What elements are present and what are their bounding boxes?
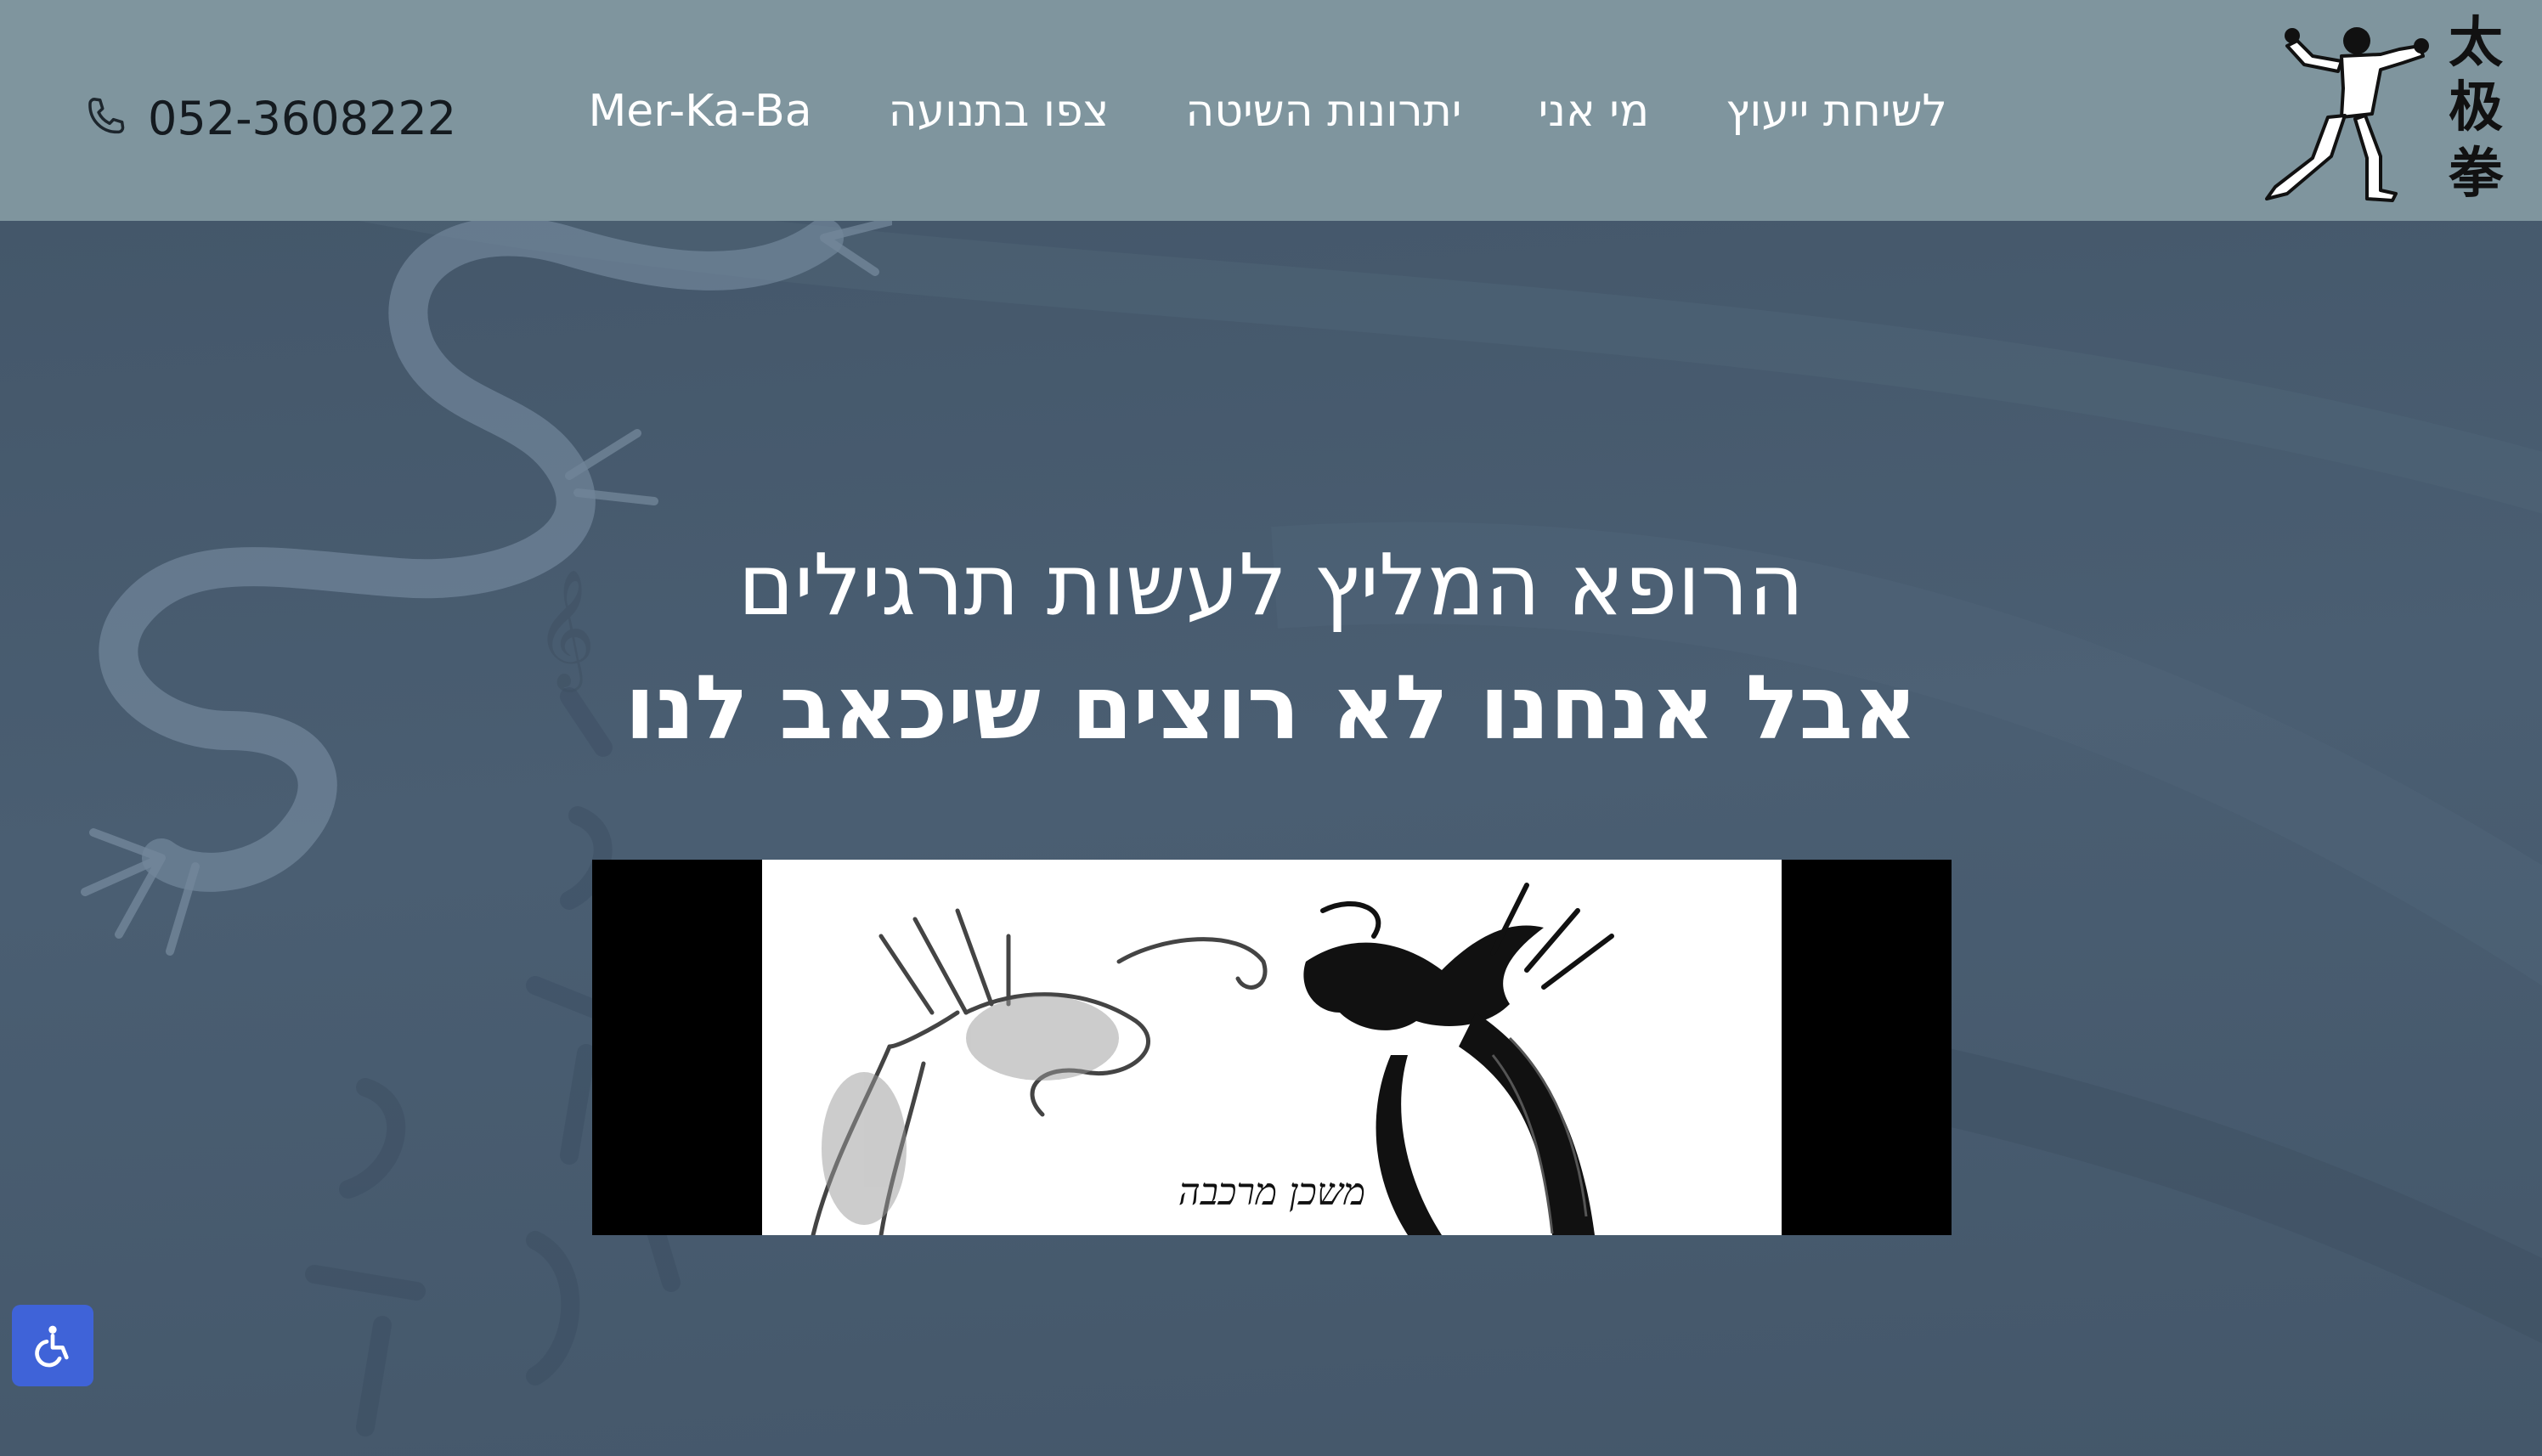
- nav-item-consult[interactable]: לשיחת ייעוץ: [1726, 86, 1947, 137]
- nav-item-merkaba[interactable]: Mer-Ka-Ba: [588, 86, 811, 137]
- logo-glyph-3: 拳: [2448, 142, 2504, 206]
- main-nav: Mer-Ka-Ba צפו בתנועה יתרונות השיטה מי אנ…: [588, 82, 1947, 141]
- taichi-figure-logo: 太 极 拳: [2265, 11, 2504, 206]
- hero-section: 𝄞 הרופא המליץ לעשות תרגילים אבל אנחנו לא…: [0, 221, 2542, 1456]
- hero-headline-line1: הרופא המליץ לעשות תרגילים: [737, 535, 1805, 635]
- logo-glyph-1: 太: [2449, 12, 2503, 75]
- hero-headline-line2: אבל אנחנו לא רוצים שיכאב לנו: [624, 656, 1918, 759]
- nav-item-benefits[interactable]: יתרונות השיטה: [1185, 86, 1461, 137]
- nav-item-about[interactable]: מי אני: [1539, 86, 1650, 137]
- nav-item-watch[interactable]: צפו בתנועה: [889, 86, 1110, 137]
- video-caption: משכן מרכבה: [1178, 1171, 1366, 1214]
- site-header: 052-3608222 Mer-Ka-Ba צפו בתנועה יתרונות…: [0, 0, 2542, 221]
- phone-number[interactable]: 052-3608222: [148, 92, 456, 145]
- logo-glyph-2: 极: [2449, 76, 2503, 139]
- dragon-calligraphy-art: 𝄞: [81, 221, 892, 1436]
- phone-icon: [88, 98, 125, 134]
- site-logo[interactable]: 太 极 拳: [2253, 11, 2517, 212]
- accessibility-button[interactable]: [12, 1305, 93, 1386]
- phone-link[interactable]: 052-3608222: [82, 88, 456, 148]
- video-thumbnail[interactable]: משכן מרכבה: [762, 860, 1782, 1235]
- video-player[interactable]: משכן מרכבה: [592, 860, 1952, 1235]
- accessibility-icon: [35, 1325, 69, 1368]
